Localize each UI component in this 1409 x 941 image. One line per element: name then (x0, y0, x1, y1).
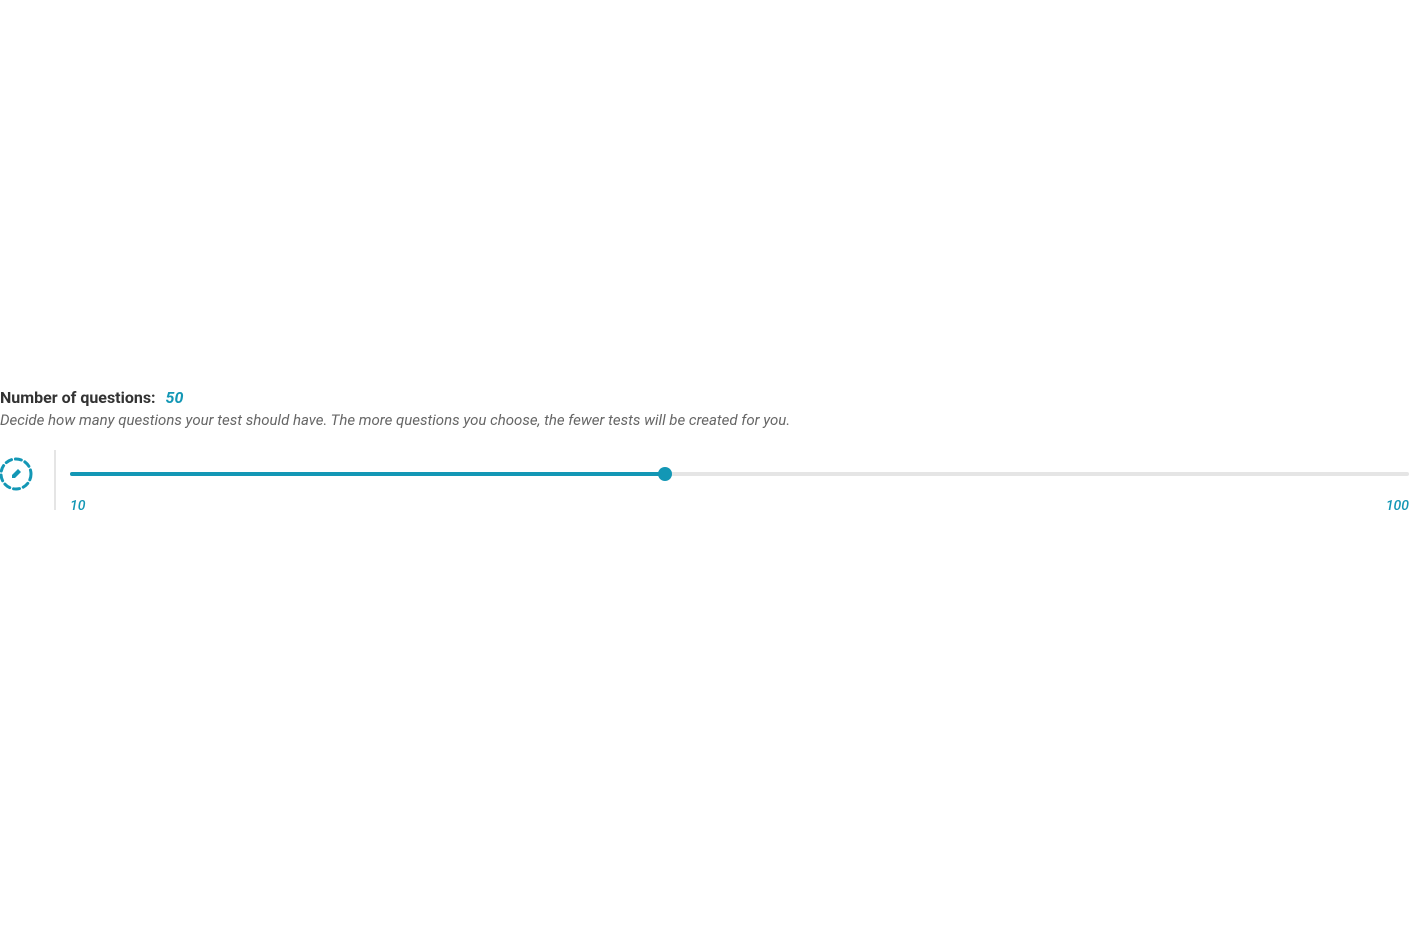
questions-label: Number of questions: (0, 388, 156, 407)
header-row: Number of questions: 50 (0, 388, 1409, 407)
questions-value: 50 (166, 388, 184, 407)
slider-track[interactable] (70, 472, 1409, 476)
slider-min-label: 10 (70, 498, 85, 514)
edit-dashed-icon (0, 457, 33, 491)
slider-thumb[interactable] (658, 467, 672, 481)
questions-slider[interactable]: 10 100 (70, 460, 1409, 514)
questions-description: Decide how many questions your test shou… (0, 411, 1409, 429)
slider-range-labels: 10 100 (70, 498, 1409, 514)
slider-max-label: 100 (1386, 498, 1409, 514)
questions-config-section: Number of questions: 50 Decide how many … (0, 388, 1409, 514)
vertical-divider (54, 450, 56, 510)
slider-section: 10 100 (0, 460, 1409, 514)
slider-fill (70, 472, 665, 476)
